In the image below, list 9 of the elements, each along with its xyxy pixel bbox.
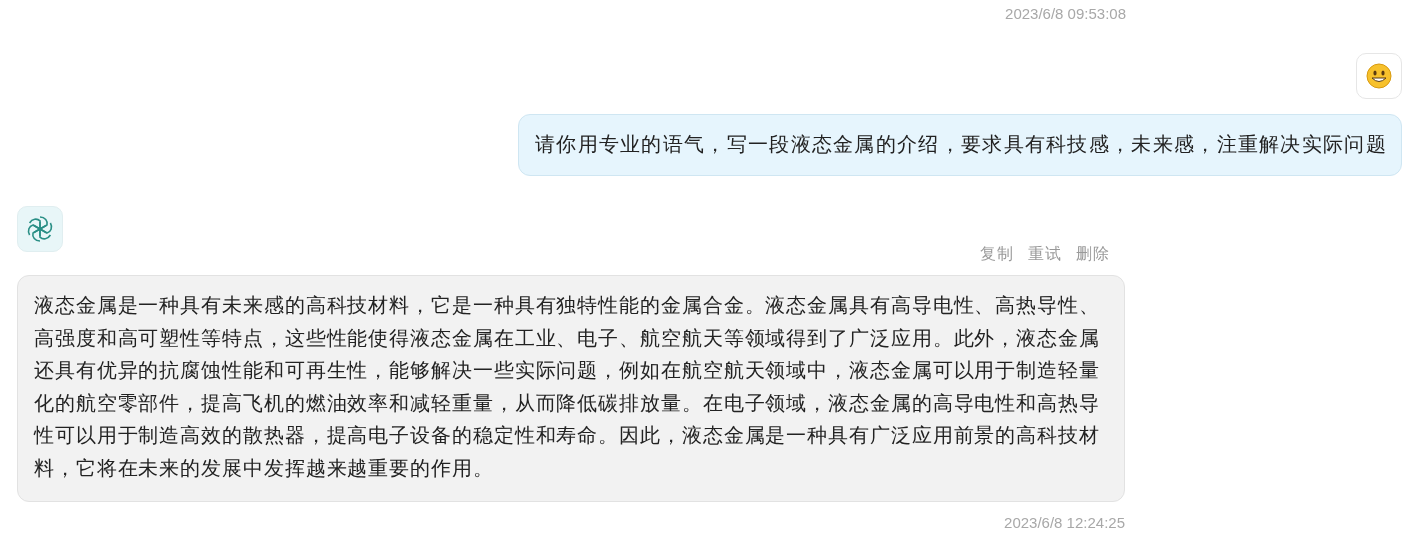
- timestamp: 2023/6/8 09:53:08: [1005, 5, 1126, 22]
- assistant-message: 液态金属是一种具有未来感的高科技材料，它是一种具有独特性能的金属合金。液态金属具有高导电性、高热导性、高强度和高可塑性等特点，这些性能使得液态金属在工业、电子、航空航天等领域得到了广泛应用。此外，液态金属还具有优异的抗腐蚀性能和可再生性，能够解决一些实际问题，例如在航空航天领域中，液态金属可以用于制造轻量化的航空零部件，提高飞机的燃油效率和减轻重量，从而降低碳排放量。在电子领域，液态金属的高导电性和高热导性可以用于制造高效的散热器，提高电子设备的稳定性和寿命。因此，液态金属是一种具有广泛应用前景的高科技材料，它将在未来的发展中发挥越来越重要的作用。: [17, 275, 1125, 502]
- action-link[interactable]: 删除: [1076, 244, 1110, 265]
- action-link[interactable]: 重试: [1028, 244, 1062, 265]
- timestamp: 2023/6/8 12:24:25: [1003, 513, 1125, 531]
- user-message: 请你用专业的语气，写一段液态金属的介绍，要求具有科技感，未来感，注重解决实际问题: [518, 114, 1402, 176]
- knot-icon: [25, 214, 55, 244]
- smiley-icon: [1366, 63, 1392, 89]
- action-link[interactable]: 复制: [980, 244, 1014, 265]
